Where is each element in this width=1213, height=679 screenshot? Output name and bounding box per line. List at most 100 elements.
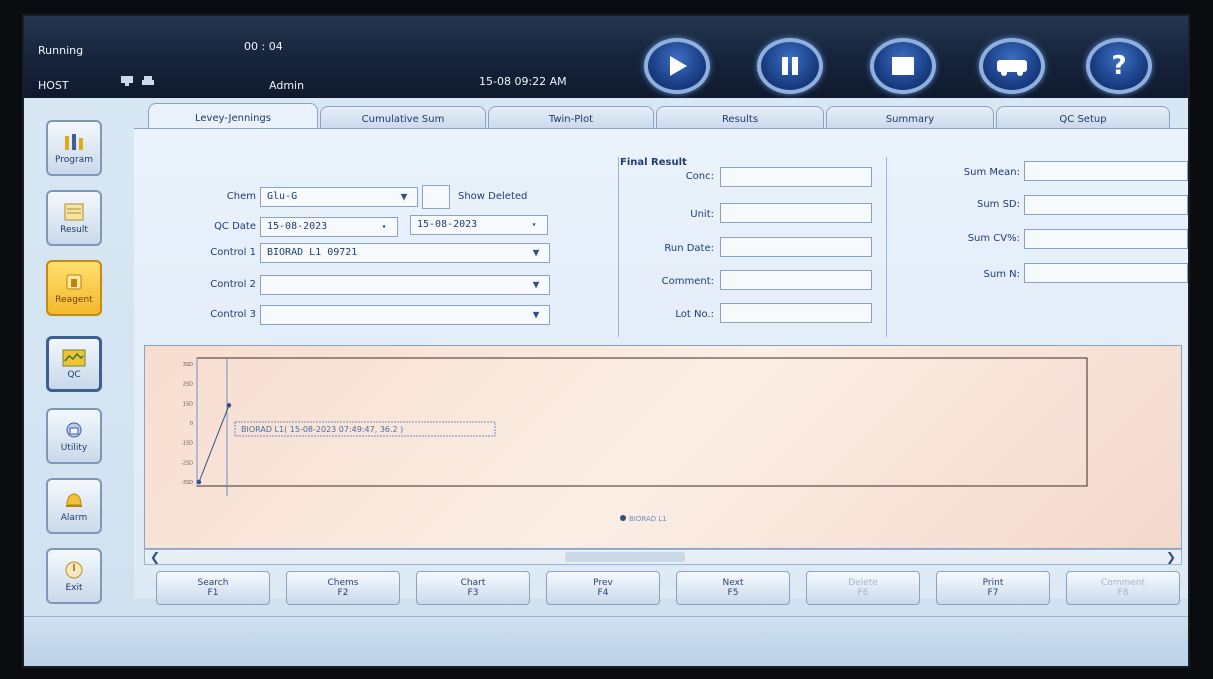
sidebar-item-label: Exit bbox=[65, 582, 83, 593]
levey-jennings-chart: 3SD 2SD 1SD 0 -1SD -2SD -3SD BIORAD L1( 15-08-… bbox=[144, 345, 1182, 549]
comment-label: Comment: bbox=[661, 276, 714, 287]
sidebar: Program Result Reagent QC Utility Alarm … bbox=[24, 98, 134, 604]
sidebar-item-exit[interactable]: Exit bbox=[46, 548, 102, 604]
fn-button-print[interactable]: Print F7 bbox=[936, 571, 1050, 605]
qc-date-to-field[interactable]: 15-08-2023 ▾ bbox=[410, 215, 548, 235]
play-icon bbox=[670, 56, 687, 76]
sidebar-item-result[interactable]: Result bbox=[46, 190, 102, 246]
show-deleted-checkbox[interactable] bbox=[422, 185, 450, 209]
fn-button-comment[interactable]: Comment F8 bbox=[1066, 571, 1180, 605]
control2-select[interactable]: ▼ bbox=[260, 275, 550, 295]
y-tick-label: 2SD bbox=[183, 382, 193, 388]
printer-icon bbox=[142, 76, 154, 85]
chem-label: Chem bbox=[226, 191, 256, 202]
sum-sd-label: Sum SD: bbox=[976, 199, 1020, 210]
fn-button-prev[interactable]: Prev F4 bbox=[546, 571, 660, 605]
program-icon bbox=[65, 133, 83, 150]
comment-field[interactable] bbox=[720, 270, 872, 290]
stop-button[interactable] bbox=[870, 38, 936, 94]
chem-value: Glu-G bbox=[267, 191, 298, 202]
pause-button[interactable] bbox=[757, 38, 823, 94]
scroll-right-icon[interactable]: ❯ bbox=[1163, 550, 1179, 564]
scroll-left-icon[interactable]: ❮ bbox=[147, 550, 163, 564]
scroll-thumb[interactable] bbox=[565, 552, 685, 562]
sidebar-item-alarm[interactable]: Alarm bbox=[46, 478, 102, 534]
chevron-down-icon: ▼ bbox=[532, 278, 540, 291]
bottom-bar bbox=[24, 616, 1188, 666]
fn-button-next[interactable]: Next F5 bbox=[676, 571, 790, 605]
network-icon bbox=[121, 76, 133, 86]
exit-icon bbox=[65, 561, 83, 578]
main-panel: Chem Glu-G ▼ Show Deleted QC Date 15-08-… bbox=[134, 128, 1188, 605]
control1-select[interactable]: BIORAD L1 09721 ▼ bbox=[260, 243, 550, 263]
user-label: Admin bbox=[269, 79, 305, 92]
chevron-down-icon: ▼ bbox=[532, 246, 540, 259]
fn-button-key: F3 bbox=[467, 588, 479, 598]
tab-bar: Levey-Jennings Cumulative Sum Twin-Plot … bbox=[134, 98, 1188, 133]
fn-button-key: F2 bbox=[337, 588, 349, 598]
y-tick-label: 3SD bbox=[183, 362, 193, 368]
chevron-down-icon: ▼ bbox=[400, 190, 408, 203]
truck-button[interactable] bbox=[979, 38, 1045, 94]
series-lines bbox=[198, 405, 230, 483]
play-button[interactable] bbox=[644, 38, 710, 94]
sidebar-item-label: Reagent bbox=[55, 294, 93, 305]
y-tick-label: 0 bbox=[190, 421, 193, 427]
fn-button-delete[interactable]: Delete F6 bbox=[806, 571, 920, 605]
fn-button-label: Delete bbox=[848, 578, 878, 588]
control1-label: Control 1 bbox=[210, 247, 256, 258]
conc-field[interactable] bbox=[720, 167, 872, 187]
lot-no-field[interactable] bbox=[720, 303, 872, 323]
run-date-field[interactable] bbox=[720, 237, 872, 257]
fn-button-key: F1 bbox=[207, 588, 219, 598]
fn-button-key: F6 bbox=[857, 588, 869, 598]
help-button[interactable]: ? bbox=[1086, 38, 1152, 94]
sidebar-item-label: Result bbox=[60, 224, 88, 235]
fn-button-label: Comment bbox=[1100, 578, 1146, 588]
fn-button-key: F7 bbox=[987, 588, 999, 598]
fn-button-label: Search bbox=[197, 578, 229, 588]
qc-date-from-field[interactable]: 15-08-2023 ▾ bbox=[260, 217, 398, 237]
sidebar-item-program[interactable]: Program bbox=[46, 120, 102, 176]
sidebar-item-label: QC bbox=[67, 369, 81, 380]
conc-label: Conc: bbox=[685, 171, 714, 182]
sidebar-item-label: Utility bbox=[60, 442, 88, 453]
elapsed-timer: 00 : 04 bbox=[244, 40, 283, 53]
chem-select[interactable]: Glu-G ▼ bbox=[260, 187, 418, 207]
y-tick-label: 1SD bbox=[183, 401, 193, 407]
reagent-icon bbox=[66, 274, 82, 289]
fn-button-chems[interactable]: Chems F2 bbox=[286, 571, 400, 605]
chart-horizontal-scrollbar[interactable]: ❮ ❯ bbox=[144, 549, 1182, 565]
data-point[interactable] bbox=[226, 403, 232, 408]
tooltip-text: BIORAD L1( 15-08-2023 07:49:47, 36.2 ) bbox=[241, 425, 403, 434]
control1-value: BIORAD L1 09721 bbox=[267, 247, 358, 258]
qc-date-from-value: 15-08-2023 bbox=[267, 221, 328, 232]
sidebar-item-qc[interactable]: QC bbox=[46, 336, 102, 392]
control3-select[interactable]: ▼ bbox=[260, 305, 550, 325]
sum-mean-field[interactable] bbox=[1024, 161, 1188, 181]
run-status: Running bbox=[38, 44, 84, 57]
sum-n-field[interactable] bbox=[1024, 263, 1188, 283]
series-line bbox=[198, 405, 230, 483]
sum-cv-field[interactable] bbox=[1024, 229, 1188, 249]
chevron-down-icon: ▾ bbox=[531, 220, 537, 229]
fn-button-chart[interactable]: Chart F3 bbox=[416, 571, 530, 605]
chart-svg: 3SD 2SD 1SD 0 -1SD -2SD -3SD BIORAD L1( 15-08-… bbox=[181, 357, 1088, 523]
fn-button-search[interactable]: Search F1 bbox=[156, 571, 270, 605]
control2-label: Control 2 bbox=[210, 279, 256, 290]
sum-sd-field[interactable] bbox=[1024, 195, 1188, 215]
sidebar-item-reagent[interactable]: Reagent bbox=[46, 260, 102, 316]
sidebar-item-label: Program bbox=[55, 154, 93, 165]
fn-button-label: Print bbox=[982, 578, 1004, 588]
unit-field[interactable] bbox=[720, 203, 872, 223]
fn-button-label: Chart bbox=[460, 578, 486, 588]
sidebar-item-utility[interactable]: Utility bbox=[46, 408, 102, 464]
data-point[interactable] bbox=[196, 479, 202, 485]
final-result-title: Final Result bbox=[620, 157, 687, 168]
chevron-down-icon: ▾ bbox=[381, 222, 387, 231]
divider bbox=[886, 157, 887, 337]
run-date-label: Run Date: bbox=[664, 243, 714, 254]
utility-icon bbox=[66, 422, 82, 437]
truck-icon bbox=[997, 60, 1027, 76]
sidebar-item-label: Alarm bbox=[60, 512, 88, 523]
